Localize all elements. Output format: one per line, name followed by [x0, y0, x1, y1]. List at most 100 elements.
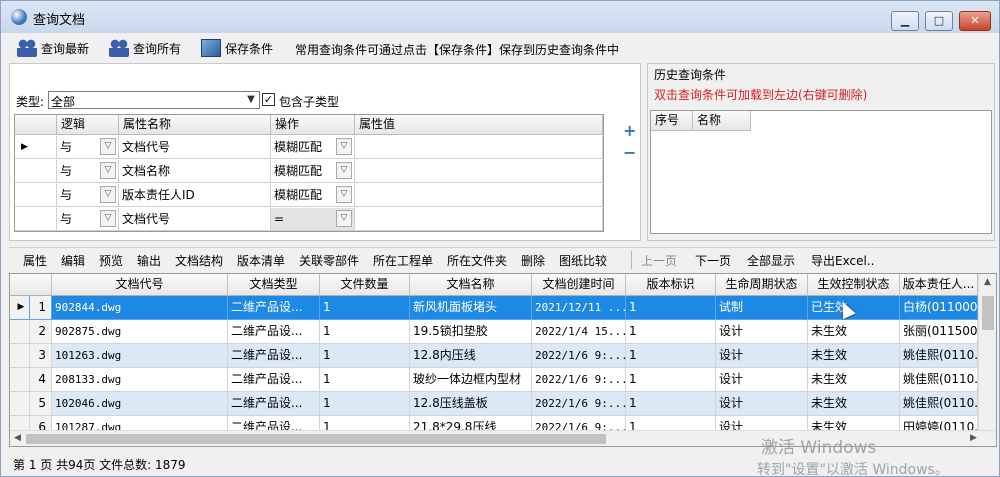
show-all-button[interactable]: 全部显示: [747, 252, 795, 269]
type-select[interactable]: 全部 ▼: [48, 91, 260, 109]
cell-name[interactable]: 新风机面板堵头: [410, 296, 532, 320]
prev-page-button[interactable]: 上一页: [641, 252, 677, 269]
cell-life[interactable]: 设计: [716, 368, 808, 392]
cell-effect[interactable]: 已生效: [808, 296, 900, 320]
action-9-button[interactable]: 删除: [521, 252, 545, 269]
cell-code[interactable]: 902844.dwg: [52, 296, 228, 320]
chevron-down-icon[interactable]: ▽: [336, 162, 352, 179]
cell-created[interactable]: 2022/1/6 9:...: [532, 368, 626, 392]
action-5-button[interactable]: 版本清单: [237, 252, 285, 269]
table-row[interactable]: 5 102046.dwg 二维产品设... 1 12.8压线盖板 2022/1/6 9:.…: [10, 392, 978, 416]
remove-condition-button[interactable]: −: [623, 143, 636, 162]
column-header-6[interactable]: 生命周期状态: [716, 274, 808, 296]
logic-select[interactable]: 与 ▽: [57, 136, 119, 159]
column-header-2[interactable]: 文件数量: [320, 274, 410, 296]
chevron-down-icon[interactable]: ▽: [100, 210, 116, 227]
cell-ver[interactable]: 1: [626, 296, 716, 320]
action-3-button[interactable]: 输出: [137, 252, 161, 269]
logic-select[interactable]: 与 ▽: [57, 160, 119, 183]
cell-type[interactable]: 二维产品设...: [228, 392, 320, 416]
table-row[interactable]: 3 101263.dwg 二维产品设... 1 12.8内压线 2022/1/6 9:..…: [10, 344, 978, 368]
cell-owner[interactable]: 张丽(011500...: [900, 320, 978, 344]
cell-life[interactable]: 设计: [716, 320, 808, 344]
cell-code[interactable]: 101263.dwg: [52, 344, 228, 368]
cell-ver[interactable]: 1: [626, 344, 716, 368]
action-1-button[interactable]: 编辑: [61, 252, 85, 269]
column-header-7[interactable]: 生效控制状态: [808, 274, 900, 296]
vertical-scrollbar[interactable]: ▲: [978, 274, 996, 430]
scroll-left-icon[interactable]: ◀: [14, 433, 21, 443]
vertical-scroll-thumb[interactable]: [982, 296, 994, 330]
cell-owner[interactable]: 姚佳熙(0110...: [900, 368, 978, 392]
attr-value-input[interactable]: [355, 160, 603, 183]
cell-created[interactable]: 2021/12/11 ...: [532, 296, 626, 320]
cell-type[interactable]: 二维产品设...: [228, 320, 320, 344]
cell-effect[interactable]: 未生效: [808, 320, 900, 344]
chevron-down-icon[interactable]: ▽: [100, 138, 116, 155]
column-header-0[interactable]: 文档代号: [52, 274, 228, 296]
cell-life[interactable]: 设计: [716, 392, 808, 416]
cell-effect[interactable]: 未生效: [808, 344, 900, 368]
cell-count[interactable]: 1: [320, 320, 410, 344]
chevron-down-icon[interactable]: ▽: [336, 186, 352, 203]
save-condition-button[interactable]: 保存条件: [201, 37, 273, 59]
logic-select[interactable]: 与 ▽: [57, 208, 119, 231]
column-header-4[interactable]: 文档创建时间: [532, 274, 626, 296]
column-header-3[interactable]: 文档名称: [410, 274, 532, 296]
cell-code[interactable]: 102046.dwg: [52, 392, 228, 416]
table-row[interactable]: ▶ 1 902844.dwg 二维产品设... 1 新风机面板堵头 2021/12/11 .…: [10, 296, 978, 320]
export-excel-button[interactable]: 导出Excel..: [811, 252, 874, 269]
operation-select[interactable]: = ▽: [271, 208, 355, 231]
action-7-button[interactable]: 所在工程单: [373, 252, 433, 269]
attr-name-cell[interactable]: 文档代号: [119, 136, 271, 159]
cell-owner[interactable]: 姚佳熙(0110...: [900, 344, 978, 368]
maximize-button[interactable]: □: [925, 11, 953, 31]
column-header-1[interactable]: 文档类型: [228, 274, 320, 296]
action-2-button[interactable]: 预览: [99, 252, 123, 269]
cell-name[interactable]: 玻纱一体边框内型材: [410, 368, 532, 392]
cell-created[interactable]: 2022/1/6 9:...: [532, 392, 626, 416]
cell-created[interactable]: 2022/1/4 15...: [532, 320, 626, 344]
cell-type[interactable]: 二维产品设...: [228, 296, 320, 320]
cell-ver[interactable]: 1: [626, 320, 716, 344]
cell-effect[interactable]: 未生效: [808, 368, 900, 392]
chevron-down-icon[interactable]: ▽: [100, 162, 116, 179]
cell-ver[interactable]: 1: [626, 368, 716, 392]
attr-name-cell[interactable]: 文档代号: [119, 208, 271, 231]
horizontal-scroll-thumb[interactable]: [26, 434, 606, 444]
logic-select[interactable]: 与 ▽: [57, 184, 119, 207]
history-grid[interactable]: 序号 名称: [650, 110, 992, 234]
column-header-5[interactable]: 版本标识: [626, 274, 716, 296]
cell-count[interactable]: 1: [320, 296, 410, 320]
action-6-button[interactable]: 关联零部件: [299, 252, 359, 269]
attr-value-input[interactable]: [355, 184, 603, 207]
action-4-button[interactable]: 文档结构: [175, 252, 223, 269]
cell-owner[interactable]: 白杨(011000...: [900, 296, 978, 320]
action-8-button[interactable]: 所在文件夹: [447, 252, 507, 269]
scroll-up-icon[interactable]: ▲: [984, 277, 991, 287]
cell-name[interactable]: 12.8压线盖板: [410, 392, 532, 416]
scroll-right-icon[interactable]: ▶: [970, 433, 977, 443]
cell-count[interactable]: 1: [320, 344, 410, 368]
cell-name[interactable]: 19.5锁扣垫胶: [410, 320, 532, 344]
cell-effect[interactable]: 未生效: [808, 392, 900, 416]
query-latest-button[interactable]: 查询最新: [17, 37, 89, 59]
action-0-button[interactable]: 属性: [23, 252, 47, 269]
cell-count[interactable]: 1: [320, 392, 410, 416]
action-10-button[interactable]: 图纸比较: [559, 252, 607, 269]
table-row[interactable]: 4 208133.dwg 二维产品设... 1 玻纱一体边框内型材 2022/1/6 9:…: [10, 368, 978, 392]
cell-code[interactable]: 902875.dwg: [52, 320, 228, 344]
attr-name-cell[interactable]: 文档名称: [119, 160, 271, 183]
chevron-down-icon[interactable]: ▽: [100, 186, 116, 203]
column-header-8[interactable]: 版本责任人...: [900, 274, 978, 296]
cell-name[interactable]: 12.8内压线: [410, 344, 532, 368]
cell-life[interactable]: 试制: [716, 296, 808, 320]
cell-created[interactable]: 2022/1/6 9:...: [532, 344, 626, 368]
attr-value-input[interactable]: [355, 208, 603, 231]
attr-name-cell[interactable]: 版本责任人ID: [119, 184, 271, 207]
chevron-down-icon[interactable]: ▽: [336, 138, 352, 155]
include-subtypes-checkbox[interactable]: ✓: [262, 93, 275, 106]
cell-owner[interactable]: 姚佳熙(0110...: [900, 392, 978, 416]
chevron-down-icon[interactable]: ▽: [336, 210, 352, 227]
operation-select[interactable]: 模糊匹配 ▽: [271, 160, 355, 183]
